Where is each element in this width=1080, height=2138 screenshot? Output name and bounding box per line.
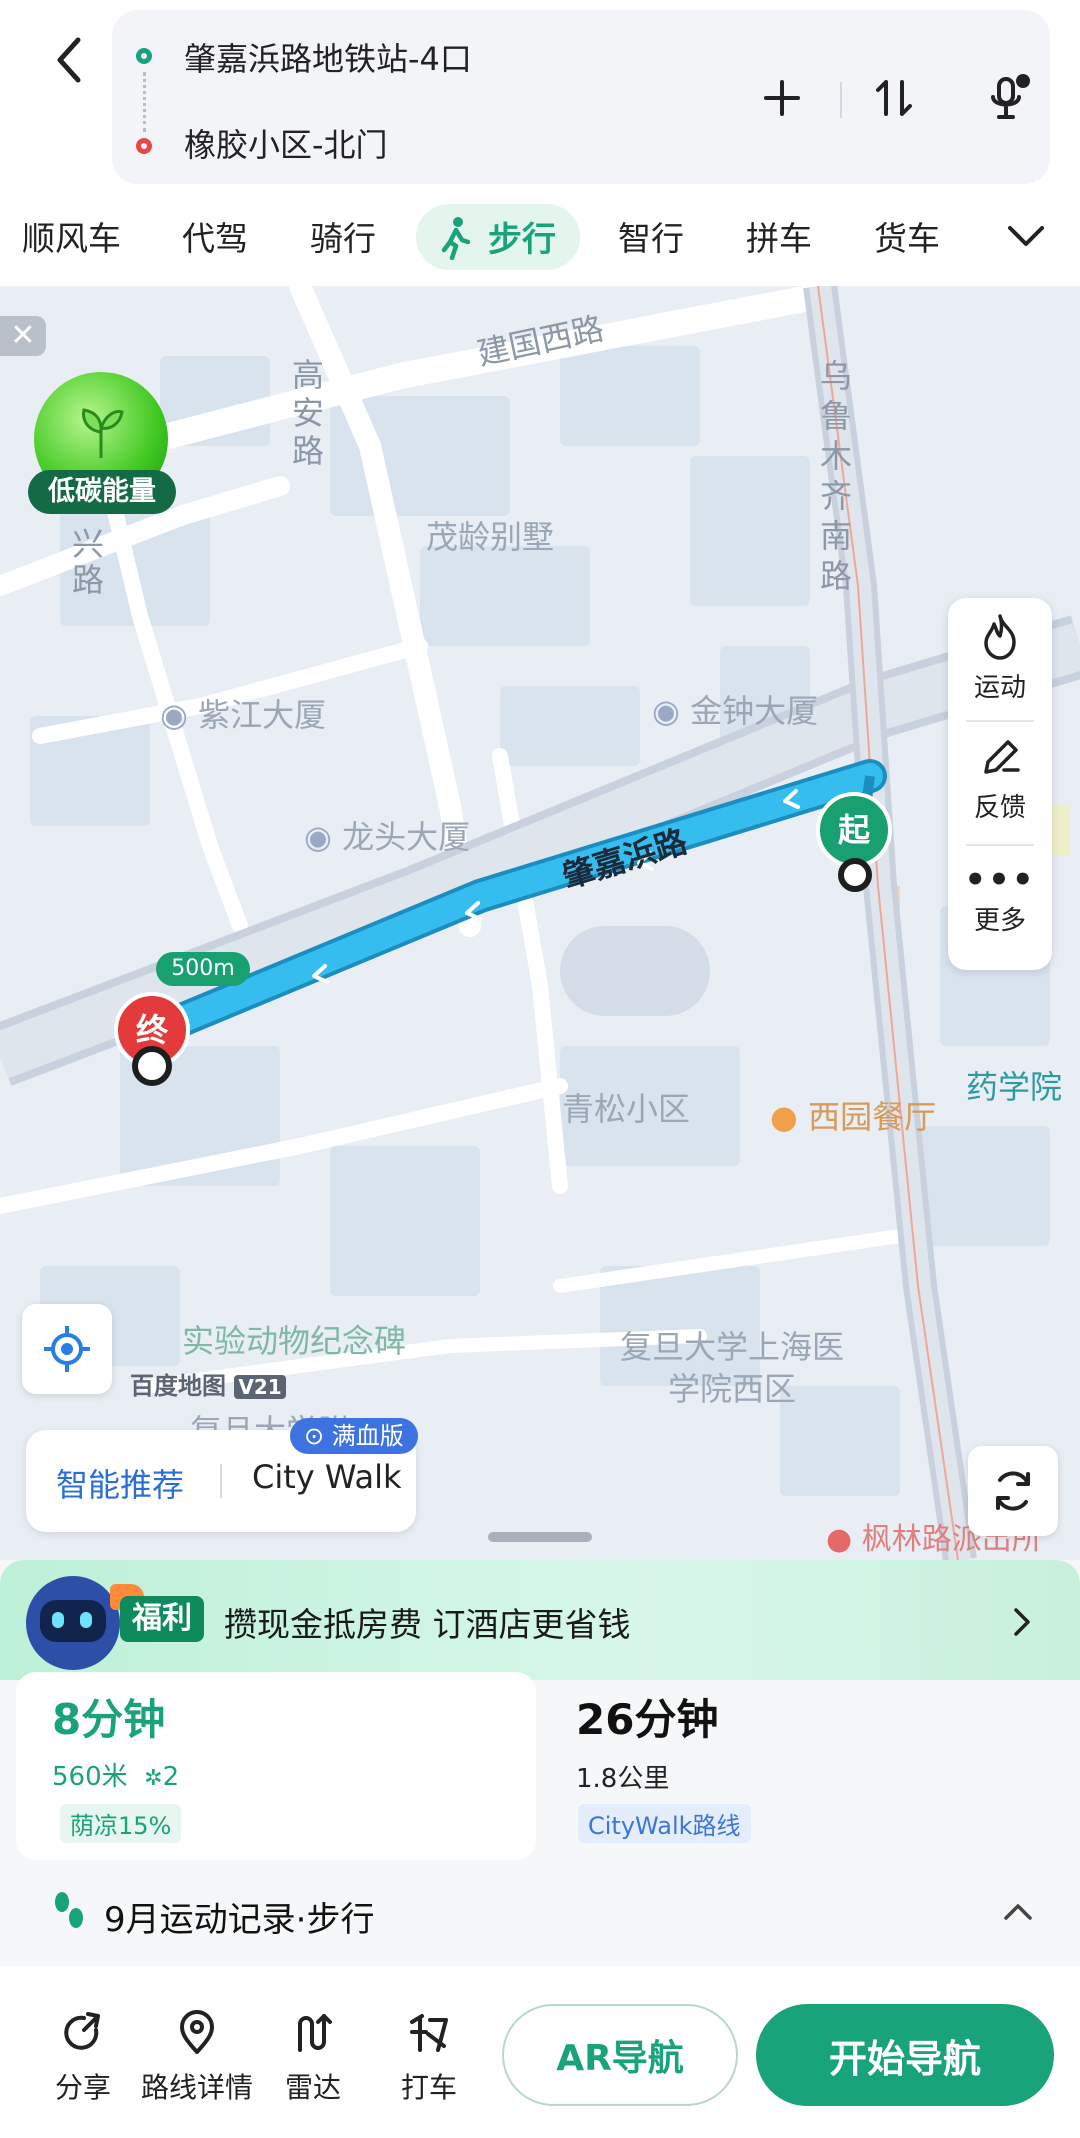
map-view[interactable]: 建国西路 高安路 乌鲁木齐南路 肇嘉浜路 兴路 茂龄别墅 ◉ 紫江大厦 ◉ 金钟… [0,286,1080,1560]
refresh-icon [996,1471,1030,1511]
poi-label[interactable]: ◉ 金钟大厦 [652,686,818,732]
share-button[interactable]: 分享 [38,2010,128,2106]
sport-label: 运动 [973,673,1026,703]
map-side-menu: 运动 反馈 ••• 更多 [948,598,1052,970]
robot-mascot-icon [26,1576,144,1670]
route-connector [143,72,148,132]
tab-city-walk[interactable]: City Walk [252,1458,402,1496]
walking-icon [441,217,471,260]
poi-label[interactable]: ◉ 紫江大厦 [160,690,326,736]
route-detail-label: 路线详情 [140,2071,253,2104]
route-time: 8分钟 [52,1695,166,1744]
close-icon[interactable]: ✕ [0,316,46,356]
road-label: 乌鲁木齐南路 [820,357,853,595]
more-button[interactable]: ••• 更多 [948,860,1052,937]
taxi-button[interactable]: 打车 [384,2010,474,2106]
poi-label: 复旦大学上海医学院西区 [619,1328,844,1408]
add-waypoint-icon[interactable] [752,68,812,128]
start-navigation-button[interactable]: 开始导航 [756,2004,1054,2106]
map-brand-label: 百度地图 V21 [130,1366,286,1401]
chevron-down-icon[interactable] [1006,220,1046,250]
taxi-icon [410,2014,448,2052]
flame-icon [984,614,1016,660]
tab-walking-label: 步行 [488,220,556,260]
activity-record-row[interactable]: 9月运动记录·步行 [0,1870,1080,1966]
top-bar: 肇嘉浜路地铁站-4口 橡胶小区-北门 [0,0,1080,190]
tab-cycling[interactable]: 骑行 [310,212,376,260]
divider [220,1464,222,1498]
pencil-icon [984,740,1020,774]
divider [966,844,1034,846]
start-marker[interactable]: 起 [816,792,892,868]
tab-smart[interactable]: 智行 [618,212,684,260]
poi-label: 青松小区 [562,1090,691,1128]
destination-dot-icon [136,138,152,154]
crosshair-icon [44,1326,90,1372]
drag-handle[interactable] [488,1532,592,1542]
origin-dot-icon [136,48,152,64]
refresh-button[interactable] [968,1446,1058,1536]
route-input-box: 肇嘉浜路地铁站-4口 橡胶小区-北门 [112,10,1050,184]
poi-label[interactable]: ● 西园餐厅 [770,1092,936,1138]
taxi-label: 打车 [400,2071,457,2104]
activity-record-label: 9月运动记录·步行 [104,1900,375,1940]
ar-navigation-button[interactable]: AR导航 [502,2004,738,2106]
distance-marker: 500m [156,952,250,986]
radar-icon [298,2014,332,2052]
promo-text: 攒现金抵房费 订酒店更省钱 [224,1605,631,1644]
tab-freight[interactable]: 货车 [874,212,940,260]
tab-designated-driver[interactable]: 代驾 [182,212,248,260]
microphone-icon[interactable] [978,68,1038,128]
chevron-up-icon[interactable] [1002,1900,1034,1924]
chevron-right-icon [1014,1608,1030,1636]
radar-button[interactable]: 雷达 [268,2010,358,2106]
road-label: 高安路 [292,356,325,470]
location-pin-icon [180,2010,214,2054]
divider [966,720,1034,722]
route-card-recommended[interactable]: 8分钟 560米 ✲2 荫凉15% [16,1672,536,1860]
tab-share-ride[interactable]: 拼车 [746,212,812,260]
route-card-citywalk[interactable]: 26分钟 1.8公里 CityWalk路线 [540,1672,1064,1860]
share-label: 分享 [54,2071,111,2104]
promo-banner[interactable]: 福利 攒现金抵房费 订酒店更省钱 [0,1560,1080,1680]
full-version-badge: ⊙ 满血版 [290,1418,418,1454]
route-shade-tag: 荫凉15% [60,1804,182,1843]
sport-button[interactable]: 运动 [948,612,1052,704]
back-icon[interactable] [40,30,100,90]
low-carbon-badge[interactable]: 低碳能量 [28,470,176,514]
radar-label: 雷达 [284,2071,341,2104]
destination-input[interactable]: 橡胶小区-北门 [184,120,388,166]
road-label: 兴路 [72,525,105,599]
promo-tag: 福利 [120,1596,204,1642]
poi-label[interactable]: ◉ 龙头大厦 [304,812,470,858]
origin-input[interactable]: 肇嘉浜路地铁站-4口 [184,34,472,80]
poi-label[interactable]: 药学院 [966,1062,1062,1108]
feedback-label: 反馈 [973,793,1026,823]
more-label: 更多 [973,906,1026,936]
poi-label[interactable]: 实验动物纪念碑 [182,1316,406,1362]
end-point-icon [132,1046,172,1086]
route-detail-button[interactable]: 路线详情 [132,2010,262,2106]
feedback-button[interactable]: 反馈 [948,736,1052,824]
divider [840,82,842,118]
route-distance: 560米 ✲2 [52,1762,180,1792]
share-icon [64,2012,100,2050]
start-point-icon [838,858,872,892]
route-distance: 1.8公里 [576,1764,670,1794]
tab-walking[interactable]: 步行 [416,204,580,270]
more-dots-icon: ••• [964,860,1036,900]
footprint-icon [55,1892,83,1928]
tab-carpool[interactable]: 顺风车 [22,212,121,260]
swap-icon[interactable] [864,68,924,128]
locate-button[interactable] [22,1304,112,1394]
route-citywalk-tag: CityWalk路线 [578,1804,751,1843]
mode-tabs: 顺风车 代驾 骑行 步行 智行 拼车 货车 [0,190,1080,286]
route-time: 26分钟 [576,1695,719,1744]
tab-smart-recommend[interactable]: 智能推荐 [56,1460,184,1506]
poi-label: 茂龄别墅 [426,518,555,556]
